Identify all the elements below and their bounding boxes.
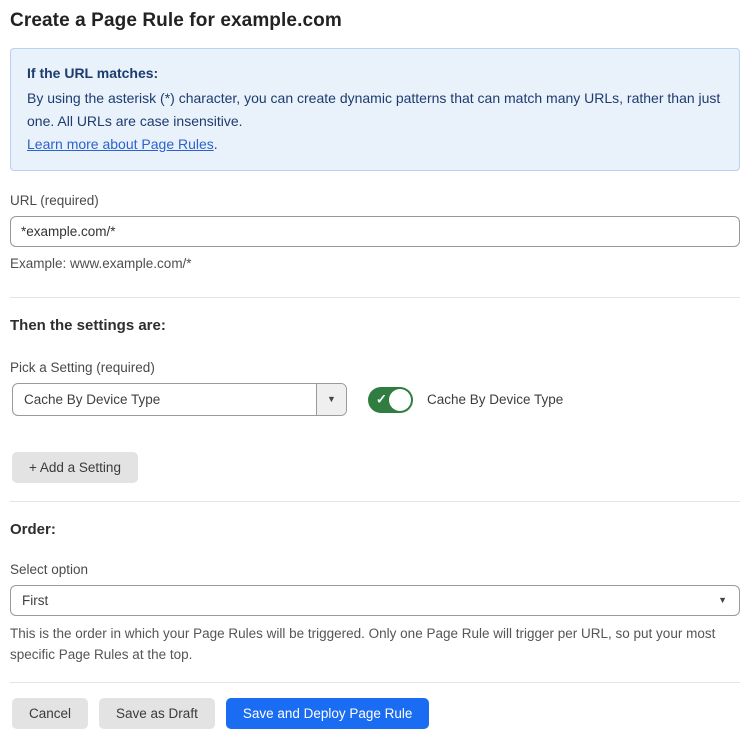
- setting-select-value: Cache By Device Type: [13, 384, 316, 415]
- save-as-draft-button[interactable]: Save as Draft: [99, 698, 215, 729]
- check-icon: ✓: [376, 391, 387, 407]
- cancel-button[interactable]: Cancel: [12, 698, 88, 729]
- page-title: Create a Page Rule for example.com: [10, 10, 740, 32]
- info-box-body: By using the asterisk (*) character, you…: [27, 87, 723, 133]
- setting-select-arrow-button[interactable]: ▼: [316, 384, 346, 415]
- divider: [10, 501, 740, 502]
- add-setting-button[interactable]: + Add a Setting: [12, 452, 138, 483]
- info-box-heading: If the URL matches:: [27, 62, 723, 85]
- url-example-text: Example: www.example.com/*: [10, 254, 740, 274]
- order-select-label: Select option: [10, 562, 740, 577]
- info-link-line: Learn more about Page Rules.: [27, 133, 723, 156]
- toggle-knob: [389, 389, 411, 411]
- url-field-label: URL (required): [10, 193, 740, 208]
- learn-more-link[interactable]: Learn more about Page Rules: [27, 136, 214, 152]
- form-actions: Cancel Save as Draft Save and Deploy Pag…: [12, 698, 740, 729]
- order-select-value: First: [22, 593, 718, 608]
- settings-section-heading: Then the settings are:: [10, 317, 740, 334]
- chevron-down-icon: ▼: [327, 395, 336, 404]
- divider: [10, 682, 740, 683]
- chevron-down-icon: ▼: [718, 596, 727, 605]
- url-match-info-box: If the URL matches: By using the asteris…: [10, 48, 740, 171]
- setting-toggle-label: Cache By Device Type: [427, 392, 563, 407]
- info-link-suffix: .: [214, 136, 218, 152]
- order-helper-text: This is the order in which your Page Rul…: [10, 623, 740, 665]
- setting-toggle[interactable]: ✓: [368, 387, 413, 413]
- save-and-deploy-button[interactable]: Save and Deploy Page Rule: [226, 698, 430, 729]
- pick-setting-label: Pick a Setting (required): [10, 360, 740, 375]
- order-select[interactable]: First ▼: [10, 585, 740, 616]
- page-rule-form: Create a Page Rule for example.com If th…: [0, 0, 750, 729]
- setting-select[interactable]: Cache By Device Type ▼: [12, 383, 347, 416]
- url-input[interactable]: [10, 216, 740, 247]
- order-section-heading: Order:: [10, 521, 740, 538]
- setting-row: Cache By Device Type ▼ ✓ Cache By Device…: [12, 383, 740, 416]
- add-setting-row: + Add a Setting: [10, 452, 740, 483]
- divider: [10, 297, 740, 298]
